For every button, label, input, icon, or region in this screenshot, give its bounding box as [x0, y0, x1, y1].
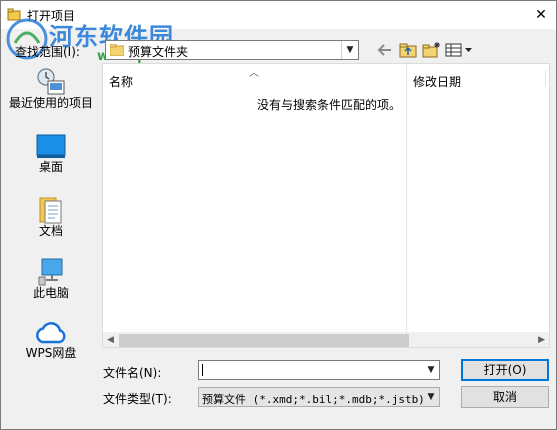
open-button[interactable]: 打开(O): [461, 359, 549, 381]
places-bar: 最近使用的项目 桌面 文档 此电脑 WPS网盘: [1, 63, 101, 403]
place-desktop-label: 桌面: [38, 160, 63, 174]
place-recent-label: 最近使用的项目: [8, 96, 93, 110]
place-desktop[interactable]: 桌面: [1, 133, 101, 174]
scrollbar-thumb[interactable]: [119, 334, 409, 347]
place-thispc-label: 此电脑: [32, 286, 69, 300]
scroll-right-icon[interactable]: ▶: [538, 335, 545, 345]
window-title: 打开项目: [27, 9, 76, 23]
chevron-down-icon[interactable]: ▼: [341, 41, 358, 59]
up-folder-icon[interactable]: [398, 41, 418, 59]
place-wps[interactable]: WPS网盘: [1, 319, 101, 360]
title-bar[interactable]: 打开项目 ✕: [1, 1, 556, 29]
column-header-date[interactable]: 修改日期: [413, 73, 461, 90]
folder-icon: [110, 44, 124, 56]
documents-icon: [39, 197, 62, 224]
filetype-value: 预算文件 (*.xmd;*.bil;*.mdb;*.jstb): [202, 393, 425, 406]
computer-icon: [38, 258, 63, 286]
place-documents[interactable]: 文档: [1, 195, 101, 238]
back-arrow-icon[interactable]: [375, 41, 395, 59]
open-project-dialog: 打开项目 ✕ 河东软件园 www.pc0359.cn 查找范围(I): 预算文件…: [0, 0, 557, 430]
cancel-button[interactable]: 取消: [461, 386, 549, 408]
column-divider[interactable]: [545, 70, 546, 86]
close-icon[interactable]: ✕: [526, 1, 556, 29]
sort-ascending-icon: ︿: [249, 68, 259, 79]
view-menu-icon[interactable]: [445, 41, 475, 59]
lookin-combobox[interactable]: 预算文件夹 ▼: [105, 40, 359, 60]
filename-label: 文件名(N):: [103, 366, 162, 380]
file-list-header: ︿ 名称 修改日期: [103, 64, 549, 347]
file-list[interactable]: ︿ 名称 修改日期 没有与搜索条件匹配的项。 ◀ ▶: [102, 63, 550, 348]
chevron-down-icon[interactable]: ▼: [423, 361, 439, 379]
scroll-left-icon[interactable]: ◀: [107, 335, 114, 345]
lookin-label: 查找范围(I):: [15, 45, 80, 59]
column-divider[interactable]: [406, 64, 407, 347]
new-folder-icon[interactable]: [421, 41, 441, 59]
place-thispc[interactable]: 此电脑: [1, 257, 101, 300]
filetype-label: 文件类型(T):: [103, 392, 172, 406]
recent-items-icon: [37, 68, 65, 95]
desktop-icon: [36, 134, 66, 158]
filename-input[interactable]: ▼: [198, 360, 440, 380]
chevron-down-icon[interactable]: ▼: [423, 388, 439, 406]
column-header-name[interactable]: 名称: [109, 73, 133, 90]
text-caret: [202, 364, 203, 376]
horizontal-scrollbar[interactable]: ◀ ▶: [103, 332, 549, 347]
place-recent[interactable]: 最近使用的项目: [1, 67, 101, 110]
filetype-select[interactable]: 预算文件 (*.xmd;*.bil;*.mdb;*.jstb) ▼: [198, 387, 440, 407]
cloud-icon: [36, 322, 66, 344]
app-icon: [7, 8, 21, 21]
lookin-value: 预算文件夹: [128, 45, 189, 59]
place-wps-label: WPS网盘: [25, 346, 77, 360]
place-documents-label: 文档: [38, 224, 63, 238]
empty-message: 没有与搜索条件匹配的项。: [257, 98, 402, 112]
